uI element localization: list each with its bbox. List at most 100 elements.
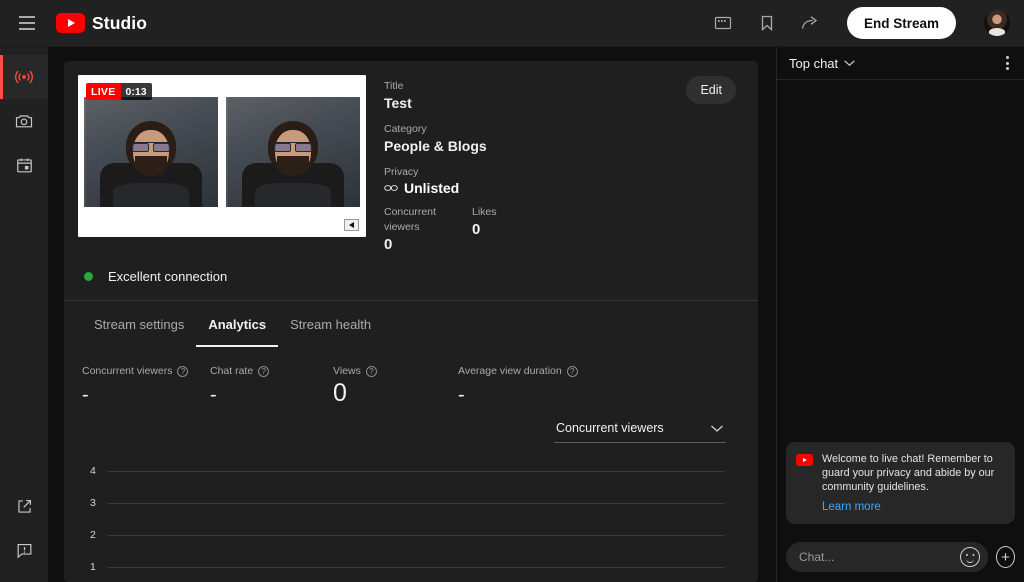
- stream-stats: Concurrent viewers 0 Likes 0: [384, 205, 758, 255]
- metric-average-view-duration-label: Average view duration: [458, 365, 562, 377]
- connection-status: Excellent connection: [64, 255, 758, 301]
- stream-metadata: Title Test Category People & Blogs Priva…: [366, 61, 758, 255]
- chart-metric-select-row: Concurrent viewers: [82, 417, 740, 443]
- hamburger-icon[interactable]: [12, 8, 42, 38]
- chart-gridline: [108, 503, 724, 504]
- help-icon[interactable]: ?: [258, 365, 270, 377]
- emoji-icon[interactable]: [960, 547, 980, 567]
- concurrent-viewers-label: Concurrent viewers: [384, 206, 436, 233]
- metric-concurrent-viewers-label: Concurrent viewers: [82, 365, 173, 377]
- connection-status-text: Excellent connection: [108, 269, 228, 284]
- category-label: Category: [384, 123, 427, 135]
- metric-concurrent-viewers: Concurrent viewers ? -: [82, 365, 210, 407]
- tab-stream-settings[interactable]: Stream settings: [82, 301, 196, 347]
- privacy-label: Privacy: [384, 166, 419, 178]
- connection-status-dot: [84, 272, 93, 281]
- concurrent-viewers-stat: Concurrent viewers 0: [384, 205, 472, 255]
- chat-input-wrapper[interactable]: [786, 542, 988, 572]
- camera-icon: [15, 115, 33, 128]
- analytics-panel: Concurrent viewers ? - Chat rate ? - Vie…: [64, 347, 758, 582]
- volume-icon[interactable]: [344, 219, 359, 231]
- sidebar-item-open-external[interactable]: [0, 484, 48, 528]
- brand-name: Studio: [92, 12, 148, 33]
- tab-analytics[interactable]: Analytics: [196, 301, 279, 347]
- learn-more-link[interactable]: Learn more: [822, 501, 881, 513]
- concurrent-viewers-value: 0: [384, 236, 393, 253]
- metric-chat-rate-value: -: [210, 384, 217, 406]
- help-icon[interactable]: ?: [365, 365, 377, 377]
- likes-stat: Likes 0: [472, 205, 497, 255]
- brand[interactable]: Studio: [56, 13, 147, 34]
- broadcast-icon: [15, 70, 33, 84]
- metrics-row: Concurrent viewers ? - Chat rate ? - Vie…: [82, 365, 740, 407]
- stream-elapsed-time: 0:13: [120, 83, 152, 100]
- sidebar-item-stream[interactable]: [0, 55, 48, 99]
- chat-welcome-body: Welcome to live chat! Remember to guard …: [822, 452, 1005, 515]
- metric-concurrent-viewers-head: Concurrent viewers ?: [82, 365, 210, 377]
- stream-card: LIVE 0:13 Title Test Category People & B…: [64, 61, 758, 582]
- chart-y-tick: 4: [90, 465, 96, 477]
- live-label: LIVE: [86, 83, 121, 100]
- youtube-logo-icon: [56, 13, 85, 33]
- sidebar-item-manage[interactable]: [0, 143, 48, 187]
- metric-average-view-duration-head: Average view duration ?: [458, 365, 658, 377]
- metric-views-value: 0: [333, 379, 347, 407]
- left-rail: [0, 47, 48, 582]
- metric-views-head: Views ?: [333, 365, 458, 377]
- stream-tabs: Stream settings Analytics Stream health: [64, 301, 758, 347]
- video-preview[interactable]: LIVE 0:13: [78, 75, 366, 237]
- chart-gridline: [108, 535, 724, 536]
- chat-input[interactable]: [799, 550, 954, 564]
- metric-chat-rate: Chat rate ? -: [210, 365, 333, 407]
- edit-button[interactable]: Edit: [686, 76, 736, 104]
- likes-value: 0: [472, 221, 481, 238]
- top-bar: Studio End Stream: [0, 0, 1024, 47]
- link-icon: [384, 185, 398, 191]
- chat-footer: +: [777, 534, 1024, 582]
- chart-y-tick: 3: [90, 497, 96, 509]
- live-chat-panel: Top chat Welcome to live chat! Remember …: [776, 47, 1024, 582]
- chat-welcome-message: Welcome to live chat! Remember to guard …: [786, 442, 1015, 524]
- kebab-menu-icon[interactable]: [1001, 51, 1014, 75]
- clip-icon[interactable]: [711, 11, 735, 35]
- chart-gridline: [108, 567, 724, 568]
- chart-y-tick: 1: [90, 561, 96, 573]
- privacy-value-row: Unlisted: [384, 180, 758, 196]
- chart-metric-select[interactable]: Concurrent viewers: [554, 417, 726, 443]
- video-feed-primary: [84, 97, 218, 207]
- share-icon[interactable]: [799, 11, 823, 35]
- chart-y-tick: 2: [90, 529, 96, 541]
- stream-card-top: LIVE 0:13 Title Test Category People & B…: [64, 61, 758, 255]
- chat-messages: Welcome to live chat! Remember to guard …: [777, 80, 1024, 534]
- main-column: LIVE 0:13 Title Test Category People & B…: [48, 47, 776, 582]
- live-badge: LIVE 0:13: [86, 83, 152, 100]
- avatar[interactable]: [984, 10, 1010, 36]
- help-icon[interactable]: ?: [177, 365, 189, 377]
- help-icon[interactable]: ?: [566, 365, 578, 377]
- calendar-icon: [16, 158, 32, 172]
- category-value: People & Blogs: [384, 138, 487, 154]
- feedback-icon: [17, 543, 31, 559]
- body: LIVE 0:13 Title Test Category People & B…: [0, 47, 1024, 582]
- youtube-logo-icon: [796, 454, 813, 466]
- bookmark-icon[interactable]: [755, 11, 779, 35]
- metric-chat-rate-label: Chat rate: [210, 365, 254, 377]
- chart-metric-select-value: Concurrent viewers: [556, 421, 664, 435]
- chat-mode-select[interactable]: Top chat: [789, 56, 856, 71]
- metric-views: Views ? 0: [333, 365, 458, 407]
- plus-icon[interactable]: +: [996, 546, 1015, 568]
- chat-mode-label: Top chat: [789, 55, 839, 71]
- sidebar-item-feedback[interactable]: [0, 528, 48, 572]
- metric-chat-rate-head: Chat rate ?: [210, 365, 333, 377]
- tab-stream-health[interactable]: Stream health: [278, 301, 383, 347]
- chat-welcome-text: Welcome to live chat! Remember to guard …: [822, 453, 995, 493]
- privacy-value: Unlisted: [404, 180, 460, 196]
- video-feeds: [78, 97, 366, 207]
- metric-concurrent-viewers-value: -: [82, 384, 89, 406]
- external-link-icon: [17, 499, 31, 513]
- end-stream-button[interactable]: End Stream: [846, 7, 956, 39]
- metric-views-label: Views: [333, 365, 361, 377]
- chart-gridline: [108, 471, 724, 472]
- sidebar-item-webcam[interactable]: [0, 99, 48, 143]
- top-bar-actions: End Stream: [711, 7, 1010, 39]
